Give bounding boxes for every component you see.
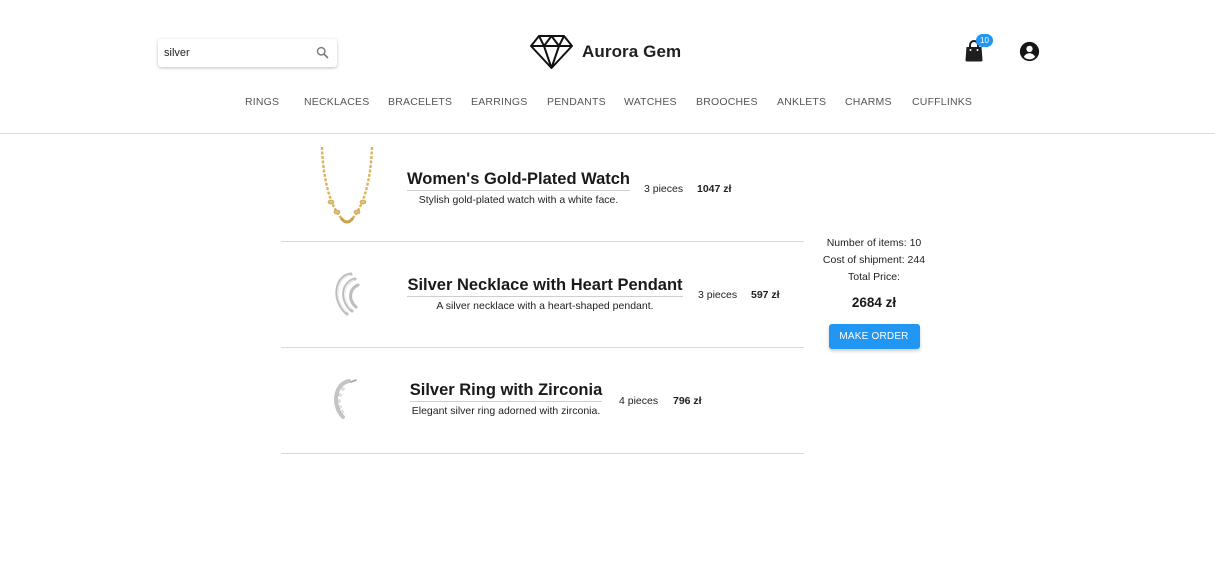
item-quantity: 3 pieces — [698, 289, 738, 301]
nav-item-earrings[interactable]: EARRINGS — [471, 96, 527, 108]
items-count: Number of items: 10 — [826, 237, 922, 249]
item-title[interactable]: Women's Gold-Plated Watch — [406, 170, 631, 191]
item-price: 597 zł — [751, 289, 780, 301]
cart-item: Silver Necklace with Heart Pendant A sil… — [281, 242, 804, 348]
account-button[interactable] — [1019, 41, 1040, 62]
total-price-value: 2684 zł — [851, 295, 897, 310]
gold-chain-necklace-image — [320, 146, 374, 224]
item-price: 796 zł — [673, 395, 702, 407]
brand-logo[interactable]: Aurora Gem — [529, 34, 681, 70]
item-info: Silver Necklace with Heart Pendant A sil… — [403, 276, 687, 312]
item-title[interactable]: Silver Necklace with Heart Pendant — [407, 276, 683, 297]
nav-item-brooches[interactable]: BROOCHES — [696, 96, 758, 108]
shipment-cost: Cost of shipment: 244 — [822, 254, 926, 266]
search-box[interactable] — [158, 39, 337, 67]
item-info: Silver Ring with Zirconia Elegant silver… — [401, 381, 611, 417]
item-description: Elegant silver ring adorned with zirconi… — [411, 405, 601, 417]
make-order-button[interactable]: MAKE ORDER — [828, 324, 920, 349]
order-summary: Number of items: 10 Cost of shipment: 24… — [810, 235, 938, 349]
brand-name: Aurora Gem — [582, 42, 682, 61]
item-quantity: 4 pieces — [619, 395, 659, 407]
diamond-logo-icon — [530, 35, 573, 69]
nav-item-rings[interactable]: RINGS — [245, 96, 279, 108]
silver-zirconia-earring-image — [334, 379, 357, 419]
account-circle-icon — [1019, 41, 1040, 62]
nav-item-bracelets[interactable]: BRACELETS — [388, 96, 452, 108]
item-description: A silver necklace with a heart-shaped pe… — [436, 300, 654, 312]
item-quantity: 3 pieces — [644, 183, 684, 195]
category-nav: RINGS NECKLACES BRACELETS EARRINGS PENDA… — [0, 96, 1215, 110]
cart-item: Silver Ring with Zirconia Elegant silver… — [281, 348, 804, 454]
item-price: 1047 zł — [697, 183, 732, 195]
item-info: Women's Gold-Plated Watch Stylish gold-p… — [401, 170, 636, 206]
cart-item: Women's Gold-Plated Watch Stylish gold-p… — [281, 136, 804, 242]
cart-button[interactable]: 10 — [964, 34, 993, 62]
nav-item-charms[interactable]: CHARMS — [845, 96, 892, 108]
cart-count-badge: 10 — [976, 34, 993, 47]
item-title[interactable]: Silver Ring with Zirconia — [409, 381, 603, 402]
total-price-label: Total Price: — [848, 271, 900, 283]
nav-item-anklets[interactable]: ANKLETS — [777, 96, 826, 108]
nav-item-watches[interactable]: WATCHES — [624, 96, 677, 108]
search-icon[interactable] — [315, 45, 330, 60]
nav-item-necklaces[interactable]: NECKLACES — [304, 96, 369, 108]
silver-ear-cuff-image — [335, 272, 360, 316]
header-divider — [0, 133, 1215, 134]
nav-item-cufflinks[interactable]: CUFFLINKS — [912, 96, 972, 108]
item-description: Stylish gold-plated watch with a white f… — [418, 194, 619, 206]
nav-item-pendants[interactable]: PENDANTS — [547, 96, 606, 108]
search-input[interactable] — [158, 39, 308, 67]
